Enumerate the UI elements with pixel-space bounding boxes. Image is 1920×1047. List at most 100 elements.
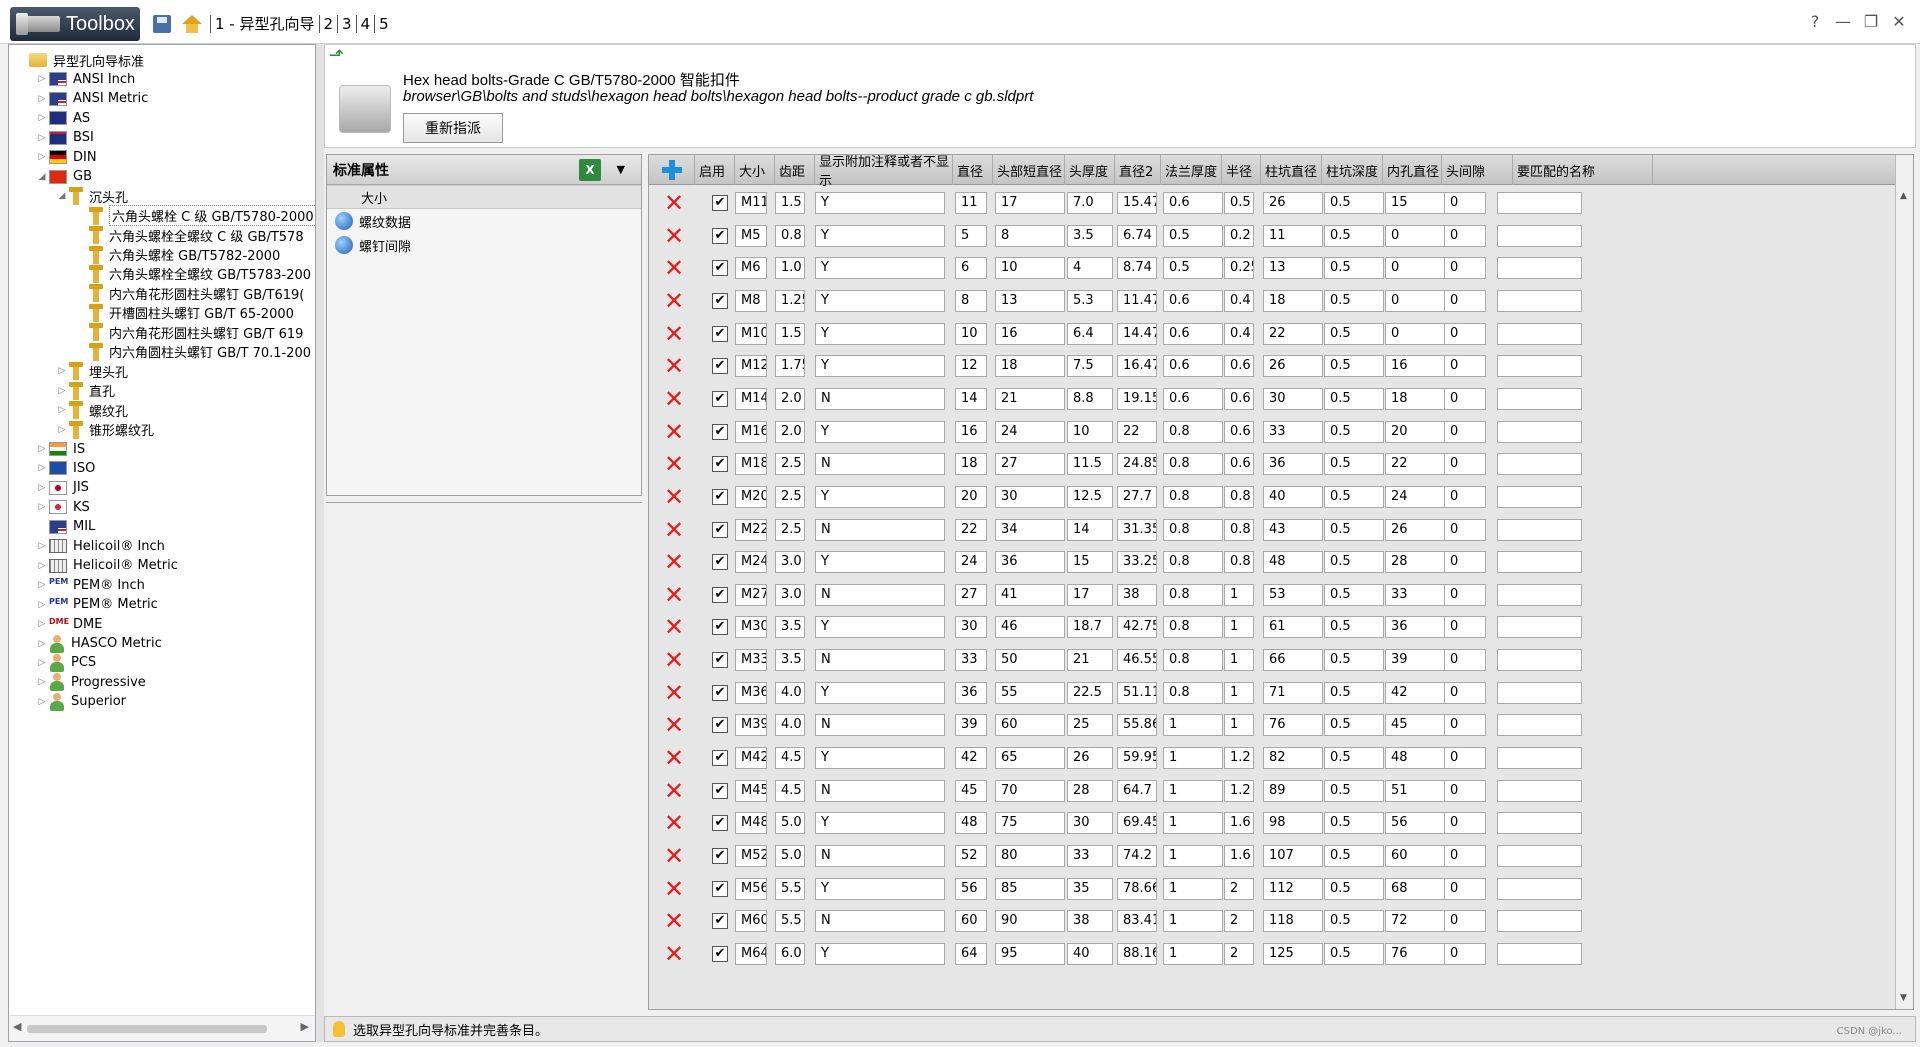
tree-horizontal-scrollbar[interactable]: ◀ ▶	[9, 1015, 315, 1041]
table-cell-input[interactable]: 1	[1224, 681, 1254, 704]
table-cell-input[interactable]: 70	[995, 779, 1065, 802]
table-cell-input[interactable]: 0	[1444, 877, 1486, 900]
table-vertical-scrollbar[interactable]: ▲ ▼	[1895, 155, 1913, 1009]
table-cell-input[interactable]: 45	[955, 779, 987, 802]
table-cell-input[interactable]: 0	[1444, 322, 1486, 345]
table-cell-input[interactable]: 0.6	[1224, 387, 1254, 410]
table-cell-input[interactable]: 0.5	[1324, 714, 1384, 737]
table-cell-input[interactable]: 0.5	[1324, 453, 1384, 476]
table-cell-input[interactable]: 43	[1263, 518, 1323, 541]
enable-checkbox[interactable]: ✔	[712, 717, 728, 734]
table-cell-input[interactable]: M14	[735, 387, 767, 410]
table-cell-input[interactable]: 30	[955, 616, 987, 639]
expand-arrow-icon[interactable]: ▷	[55, 425, 69, 435]
table-cell-input[interactable]: 68	[1385, 877, 1445, 900]
enable-checkbox[interactable]: ✔	[712, 292, 728, 309]
table-cell-input[interactable]: 28	[1385, 551, 1445, 574]
table-cell-input[interactable]: 2.5	[775, 453, 805, 476]
table-cell-input[interactable]	[1497, 616, 1582, 639]
enable-checkbox[interactable]: ✔	[712, 750, 728, 767]
table-cell-input[interactable]: 48	[955, 812, 987, 835]
table-cell-input[interactable]: 2	[1224, 910, 1254, 933]
table-cell-input[interactable]: 90	[995, 910, 1065, 933]
table-cell-input[interactable]: 7.0	[1067, 192, 1113, 214]
table-cell-input[interactable]: 1	[1224, 583, 1254, 606]
column-header[interactable]: 直径2	[1115, 155, 1161, 185]
enable-checkbox[interactable]: ✔	[712, 423, 728, 440]
table-cell-input[interactable]: 0.5	[1324, 583, 1384, 606]
table-cell-input[interactable]	[1497, 877, 1582, 900]
delete-row-icon[interactable]: ✕	[663, 289, 685, 313]
column-header[interactable]: 柱坑深度	[1322, 155, 1383, 185]
table-cell-input[interactable]: 66	[1263, 649, 1323, 672]
table-cell-input[interactable]: M33	[735, 649, 767, 672]
table-cell-input[interactable]: 18	[995, 355, 1065, 378]
enable-checkbox[interactable]: ✔	[712, 880, 728, 897]
table-cell-input[interactable]	[1497, 192, 1582, 214]
table-cell-input[interactable]: 0.5	[1324, 812, 1384, 835]
go-up-icon[interactable]: ⬏	[329, 47, 347, 65]
expand-arrow-icon[interactable]: ▷	[35, 152, 49, 162]
table-cell-input[interactable]: 0.2	[1224, 224, 1254, 247]
table-cell-input[interactable]: 0.8	[1163, 649, 1223, 672]
table-cell-input[interactable]: N	[815, 714, 945, 737]
table-cell-input[interactable]: 1.2	[1224, 747, 1254, 770]
table-cell-input[interactable]: M36	[735, 681, 767, 704]
table-cell-input[interactable]: 112	[1263, 877, 1323, 900]
table-cell-input[interactable]: 0.8	[1163, 453, 1223, 476]
enable-checkbox[interactable]: ✔	[712, 945, 728, 962]
table-cell-input[interactable]: 21	[1067, 649, 1113, 672]
column-header[interactable]: 头部短直径	[993, 155, 1065, 185]
expand-arrow-icon[interactable]: ▷	[35, 94, 49, 104]
help-icon[interactable]: ?	[1806, 12, 1824, 31]
table-cell-input[interactable]: M8	[735, 289, 767, 312]
table-cell-input[interactable]: 56	[955, 877, 987, 900]
table-cell-input[interactable]: 0.5	[1324, 289, 1384, 312]
table-cell-input[interactable]: Y	[815, 192, 945, 214]
table-cell-input[interactable]: 0	[1444, 845, 1486, 867]
table-cell-input[interactable]: 1.6	[1224, 812, 1254, 835]
table-cell-input[interactable]: 76	[1385, 942, 1445, 965]
table-cell-input[interactable]: 38	[1067, 910, 1113, 933]
table-cell-input[interactable]: 11	[1263, 224, 1323, 247]
excel-icon[interactable]: X	[579, 159, 601, 181]
table-cell-input[interactable]: 26	[1263, 192, 1323, 214]
table-cell-input[interactable]: 0.4	[1224, 322, 1254, 345]
table-cell-input[interactable]: 5.0	[775, 812, 805, 835]
table-cell-input[interactable]: 4.0	[775, 714, 805, 737]
table-cell-input[interactable]: 53	[1263, 583, 1323, 606]
delete-row-icon[interactable]: ✕	[663, 844, 685, 868]
table-cell-input[interactable]: 0	[1444, 583, 1486, 606]
table-cell-input[interactable]: 0	[1444, 942, 1486, 965]
expand-arrow-icon[interactable]: ▷	[35, 463, 49, 473]
delete-row-icon[interactable]: ✕	[663, 779, 685, 803]
table-cell-input[interactable]: 0	[1444, 616, 1486, 639]
table-cell-input[interactable]: 0.8	[1163, 518, 1223, 541]
delete-row-icon[interactable]: ✕	[663, 191, 685, 215]
column-header[interactable]: 大小	[735, 155, 775, 185]
table-cell-input[interactable]	[1497, 714, 1582, 737]
expand-arrow-icon[interactable]: ▷	[35, 502, 49, 512]
table-cell-input[interactable]: 33	[955, 649, 987, 672]
table-cell-input[interactable]: 18	[955, 453, 987, 476]
table-cell-input[interactable]	[1497, 845, 1582, 867]
table-cell-input[interactable]: M11	[735, 192, 767, 214]
table-cell-input[interactable]: 11.47	[1117, 289, 1157, 312]
table-cell-input[interactable]: 72	[1385, 910, 1445, 933]
table-cell-input[interactable]: 40	[1263, 485, 1323, 508]
table-cell-input[interactable]: 76	[1263, 714, 1323, 737]
table-cell-input[interactable]: 0	[1444, 192, 1486, 214]
save-icon[interactable]	[150, 13, 174, 35]
table-cell-input[interactable]: 1.75	[775, 355, 805, 378]
table-cell-input[interactable]: 0.5	[1324, 485, 1384, 508]
table-cell-input[interactable]: 0	[1444, 779, 1486, 802]
expand-arrow-icon[interactable]: ▷	[35, 600, 49, 610]
table-cell-input[interactable]: 27.7	[1117, 485, 1157, 508]
table-cell-input[interactable]: 14	[1067, 518, 1113, 541]
table-cell-input[interactable]: 5.5	[775, 910, 805, 933]
table-cell-input[interactable]: 0.5	[1324, 192, 1384, 214]
delete-row-icon[interactable]: ✕	[663, 942, 685, 966]
table-cell-input[interactable]: 0.8	[1224, 551, 1254, 574]
table-cell-input[interactable]: M6	[735, 257, 767, 280]
table-cell-input[interactable]: 52	[955, 845, 987, 867]
